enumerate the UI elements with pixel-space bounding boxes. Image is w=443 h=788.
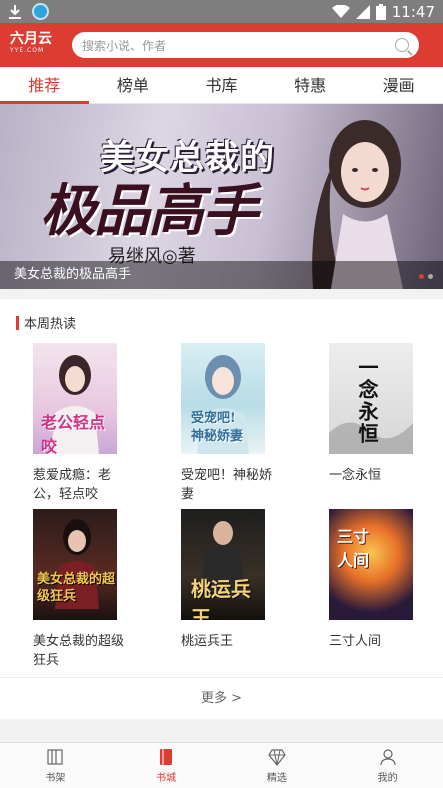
book-card[interactable]: 老公轻点咬 惹爱成瘾：老公，轻点咬: [33, 343, 143, 504]
nav-label: 书城: [156, 772, 177, 784]
more-button[interactable]: 更多 >: [0, 677, 443, 719]
battery-icon: [375, 3, 386, 20]
nav-label: 书架: [45, 772, 66, 784]
nav-label: 精选: [266, 772, 287, 784]
book-title: 一念永恒: [329, 468, 382, 483]
banner-caption: 美女总裁的极品高手: [0, 261, 443, 289]
book-cover: 美女总裁的超级狂兵: [33, 509, 117, 620]
profile-icon: [380, 748, 396, 765]
app-logo[interactable]: 六月云 YYE.COM: [10, 32, 60, 57]
book-cover: 受宠吧! 神秘娇妻: [181, 343, 265, 454]
bookshelf-icon: [47, 748, 63, 765]
book-cover: 桃运兵王: [181, 509, 265, 620]
book-cover: 老公轻点咬: [33, 343, 117, 454]
book-cover: 三寸人间: [329, 509, 413, 620]
bookstore-icon: [160, 748, 173, 765]
weekly-hot-section: 本周热读 老公轻点咬 惹爱成瘾：老公，轻点咬 受宠吧! 神秘娇妻 受宠吧！神秘娇…: [0, 299, 443, 719]
app-notification-icon: [32, 3, 49, 20]
bottom-navigation: 书架 书城 精选 我的: [0, 742, 443, 788]
wifi-icon: [331, 4, 350, 18]
book-title: 三寸人间: [329, 634, 382, 649]
download-icon: [9, 4, 21, 19]
nav-featured[interactable]: 精选: [222, 743, 333, 788]
book-card[interactable]: 桃运兵王 桃运兵王: [181, 509, 291, 651]
tab-library[interactable]: 书库: [177, 67, 266, 103]
book-card[interactable]: 一念永恒 一念永恒: [329, 343, 439, 485]
banner-title-line2: 极品高手: [40, 178, 258, 244]
app-header: 六月云 YYE.COM 搜索小说、作者: [0, 23, 443, 67]
tab-rankings[interactable]: 榜单: [89, 67, 178, 103]
nav-label: 我的: [377, 772, 398, 784]
signal-icon: [355, 4, 370, 19]
book-title: 美女总裁的超级狂兵: [33, 634, 125, 668]
tab-comics[interactable]: 漫画: [354, 67, 443, 103]
tab-deals[interactable]: 特惠: [266, 67, 355, 103]
category-tabs: 推荐 榜单 书库 特惠 漫画: [0, 67, 443, 104]
search-icon[interactable]: [395, 38, 409, 52]
nav-bookshelf[interactable]: 书架: [0, 743, 111, 788]
book-title: 受宠吧！神秘娇妻: [181, 468, 273, 502]
search-input[interactable]: 搜索小说、作者: [82, 37, 395, 54]
status-bar: 11:47: [0, 0, 443, 23]
book-title: 桃运兵王: [181, 634, 234, 649]
nav-profile[interactable]: 我的: [332, 743, 443, 788]
diamond-icon: [268, 748, 286, 766]
promo-banner[interactable]: 美女总裁的 极品高手 易继风◎著 美女总裁的极品高手: [0, 104, 443, 289]
book-card[interactable]: 三寸人间 三寸人间: [329, 509, 439, 651]
search-box[interactable]: 搜索小说、作者: [72, 32, 419, 58]
pager-dot-active: [419, 274, 424, 279]
nav-bookstore[interactable]: 书城: [111, 743, 222, 788]
clock: 11:47: [391, 2, 435, 21]
book-cover: 一念永恒: [329, 343, 413, 454]
book-card[interactable]: 受宠吧! 神秘娇妻 受宠吧！神秘娇妻: [181, 343, 291, 504]
banner-pager: [419, 274, 433, 279]
book-title: 惹爱成瘾：老公，轻点咬: [33, 468, 112, 502]
tab-recommend[interactable]: 推荐: [0, 67, 89, 104]
book-card[interactable]: 美女总裁的超级狂兵 美女总裁的超级狂兵: [33, 509, 143, 670]
section-heading: 本周热读: [16, 313, 76, 332]
pager-dot: [428, 274, 433, 279]
